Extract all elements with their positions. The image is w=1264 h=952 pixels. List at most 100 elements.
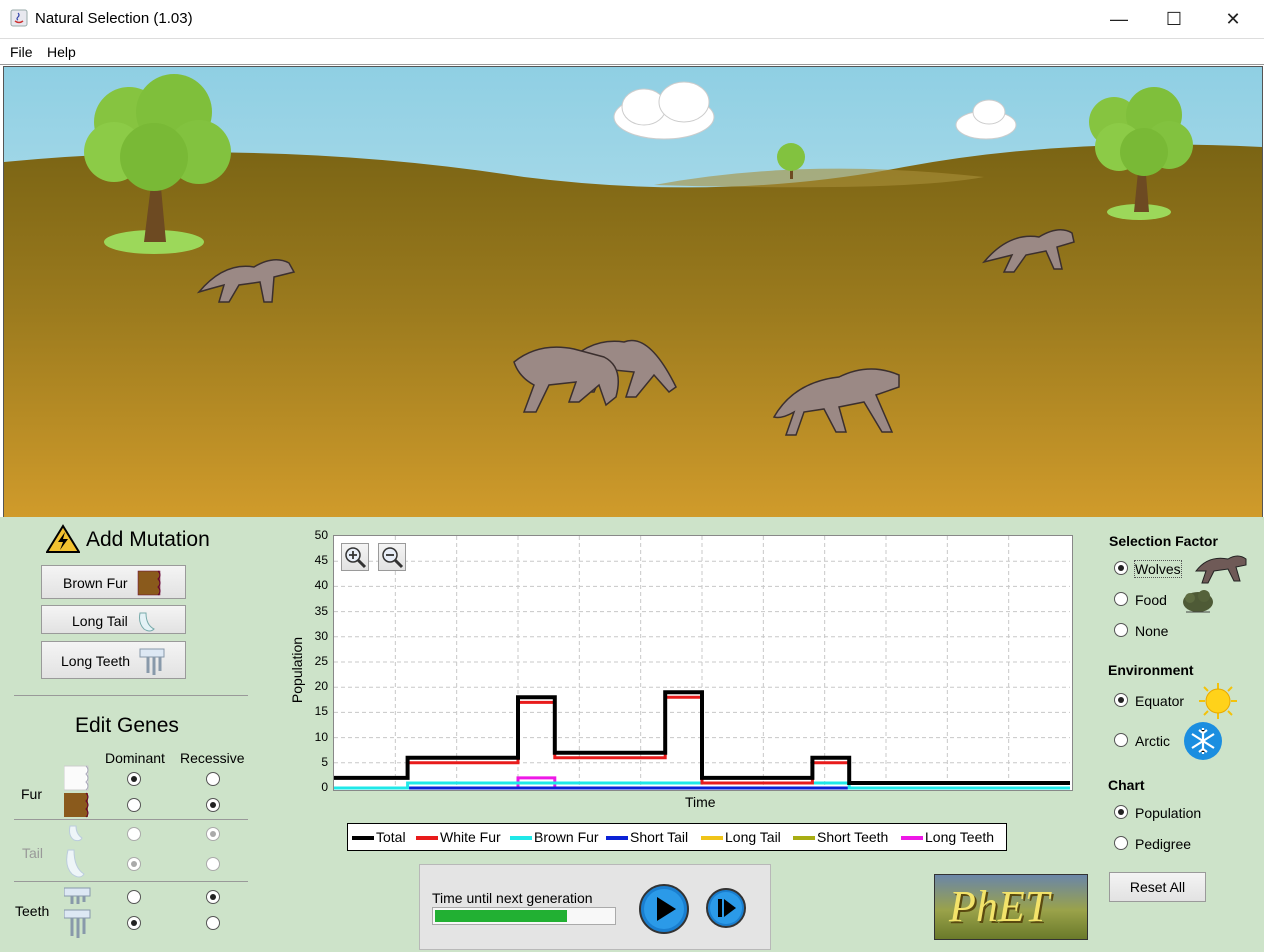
- y-tick-label: 20: [314, 679, 328, 694]
- legend-label: Total: [376, 829, 406, 845]
- brown-fur-gene-icon: [64, 792, 89, 818]
- generation-progress-bar: [432, 907, 616, 925]
- play-button[interactable]: [638, 883, 690, 935]
- title-bar: Natural Selection (1.03) — ☐ ✕: [0, 0, 1264, 39]
- pedigree-radio[interactable]: [1114, 836, 1128, 850]
- none-radio[interactable]: [1114, 623, 1128, 637]
- food-bush-icon: [1183, 590, 1213, 613]
- y-tick-label: 25: [314, 654, 328, 668]
- zoom-in-button[interactable]: [341, 543, 369, 571]
- legend-swatch: [701, 836, 723, 840]
- selection-factor-title: Selection Factor: [1109, 533, 1218, 549]
- short-teeth-icon: [64, 887, 91, 904]
- wolves-radio[interactable]: [1114, 561, 1128, 575]
- teeth-long-recessive-radio[interactable]: [206, 916, 220, 930]
- snowflake-icon: [1184, 722, 1222, 760]
- warning-icon: [46, 524, 80, 553]
- maximize-button[interactable]: ☐: [1151, 0, 1197, 38]
- sun-icon: [1199, 683, 1237, 719]
- fur-brown-dominant-radio[interactable]: [127, 798, 141, 812]
- legend-swatch: [510, 836, 532, 840]
- fur-white-dominant-radio[interactable]: [127, 772, 141, 786]
- y-axis-label: Population: [289, 636, 305, 704]
- long-tail-label: Long Tail: [72, 613, 128, 629]
- y-tick-label: 30: [314, 628, 328, 643]
- food-radio[interactable]: [1114, 592, 1128, 606]
- teeth-row-label: Teeth: [15, 903, 50, 919]
- tail-short-dominant-radio[interactable]: [127, 827, 141, 841]
- java-app-icon: [10, 9, 28, 27]
- menu-bar: File Help: [0, 39, 1264, 65]
- fur-brown-recessive-radio[interactable]: [206, 798, 220, 812]
- brown-fur-mutation-button[interactable]: Brown Fur: [41, 565, 186, 599]
- long-teeth-icon: [139, 648, 165, 675]
- none-label[interactable]: None: [1135, 623, 1168, 639]
- equator-label[interactable]: Equator: [1135, 693, 1184, 709]
- legend-label: Brown Fur: [534, 829, 599, 845]
- arctic-label[interactable]: Arctic: [1135, 733, 1170, 749]
- legend-label: Long Tail: [725, 829, 781, 845]
- y-tick-label: 5: [321, 754, 328, 769]
- zoom-in-icon: [345, 547, 367, 569]
- landscape: [4, 67, 1262, 517]
- short-tail-icon: [69, 825, 83, 842]
- wolves-label[interactable]: Wolves: [1134, 560, 1182, 578]
- zoom-out-button[interactable]: [378, 543, 406, 571]
- separator: [14, 695, 248, 696]
- arctic-radio[interactable]: [1114, 733, 1128, 747]
- simulation-scene: [3, 66, 1263, 518]
- long-teeth-mutation-button[interactable]: Long Teeth: [41, 641, 186, 679]
- y-tick-label: 40: [314, 578, 328, 593]
- dominant-header: Dominant: [105, 750, 165, 766]
- tail-long-recessive-radio[interactable]: [206, 857, 220, 871]
- minimize-button[interactable]: —: [1096, 0, 1142, 38]
- phet-logo[interactable]: PhET: [934, 874, 1088, 940]
- legend-label: Short Tail: [630, 829, 689, 845]
- population-radio[interactable]: [1114, 805, 1128, 819]
- generation-progress-fill: [435, 910, 567, 922]
- legend-swatch: [606, 836, 628, 840]
- brown-fur-icon: [137, 570, 161, 596]
- y-tick-label: 0: [321, 780, 328, 794]
- legend-label: Short Teeth: [817, 829, 889, 845]
- long-tail-gene-icon: [66, 849, 85, 878]
- population-label[interactable]: Population: [1135, 805, 1201, 821]
- legend-label: Long Teeth: [925, 829, 995, 845]
- equator-radio[interactable]: [1114, 693, 1128, 707]
- legend-swatch: [901, 836, 923, 840]
- step-button[interactable]: [705, 887, 747, 929]
- separator: [14, 819, 248, 820]
- y-tick-label: 45: [314, 553, 328, 568]
- teeth-long-dominant-radio[interactable]: [127, 916, 141, 930]
- long-tail-mutation-button[interactable]: Long Tail: [41, 605, 186, 634]
- y-tick-label: 50: [314, 528, 328, 542]
- white-fur-icon: [64, 765, 89, 791]
- chart-legend: Total White Fur Brown Fur Short Tail Long Ta…: [347, 823, 1007, 851]
- phet-logo-text: PhET: [949, 882, 1050, 931]
- food-label[interactable]: Food: [1135, 592, 1167, 608]
- legend-swatch: [352, 836, 374, 840]
- long-tail-icon: [139, 612, 155, 632]
- long-teeth-label: Long Teeth: [61, 653, 131, 669]
- close-button[interactable]: ✕: [1210, 0, 1256, 38]
- fur-white-recessive-radio[interactable]: [206, 772, 220, 786]
- chart-select-title: Chart: [1108, 777, 1145, 793]
- long-teeth-gene-icon: [64, 909, 91, 938]
- wolf-icon: [1194, 555, 1247, 584]
- fur-row-label: Fur: [21, 786, 42, 802]
- teeth-short-recessive-radio[interactable]: [206, 890, 220, 904]
- legend-swatch: [416, 836, 438, 840]
- window-title: Natural Selection (1.03): [35, 10, 193, 27]
- pedigree-label[interactable]: Pedigree: [1135, 836, 1191, 852]
- menu-help[interactable]: Help: [47, 44, 76, 60]
- legend-label: White Fur: [440, 829, 501, 845]
- menu-file[interactable]: File: [10, 44, 33, 60]
- chart-plot: [334, 536, 1070, 790]
- teeth-short-dominant-radio[interactable]: [127, 890, 141, 904]
- reset-all-button[interactable]: Reset All: [1109, 872, 1206, 902]
- tail-row-label: Tail: [22, 845, 44, 861]
- tail-short-recessive-radio[interactable]: [206, 827, 220, 841]
- x-axis-label: Time: [685, 794, 716, 810]
- y-tick-label: 35: [314, 603, 328, 618]
- tail-long-dominant-radio[interactable]: [127, 857, 141, 871]
